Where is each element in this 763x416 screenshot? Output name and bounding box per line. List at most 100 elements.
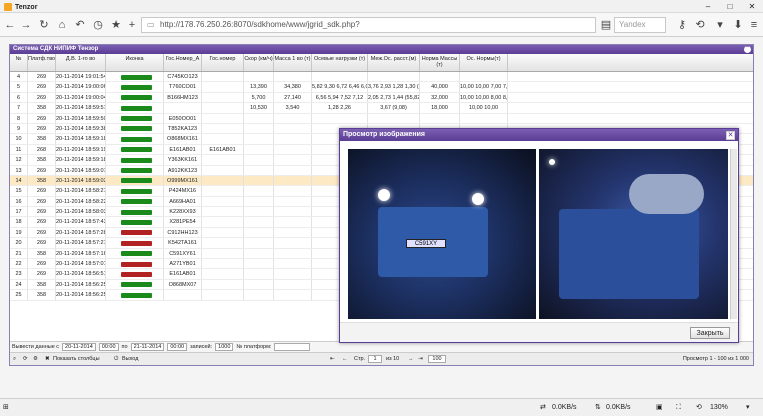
vehicle-icon	[106, 238, 164, 248]
dialog-scrollbar[interactable]	[730, 149, 737, 319]
search-placeholder: Yandex	[619, 20, 646, 29]
forward-icon[interactable]: →	[18, 17, 34, 33]
table-row[interactable]: 4 269 20-11-2014 19:01:54 C745KO123	[10, 72, 753, 83]
table-row[interactable]: 5 269 20-11-2014 19:00:06 T760CO01 13,390 34,…	[10, 82, 753, 93]
column-header[interactable]: Д.В. 1-го во	[56, 54, 106, 71]
column-header[interactable]: Осевые нагрузки (т)	[312, 54, 368, 71]
column-header[interactable]: Норма Массы (т)	[420, 54, 460, 71]
home-icon[interactable]: ⌂	[54, 17, 70, 33]
table-cell: 358	[28, 290, 56, 300]
bookmarks-menu-icon[interactable]: ▾	[712, 17, 728, 33]
vehicle-icon	[106, 144, 164, 155]
table-cell: C745KO123	[164, 72, 202, 82]
back-icon[interactable]: ←	[2, 17, 18, 33]
column-header[interactable]: №	[10, 54, 28, 71]
time-to-select[interactable]: 00:00	[167, 343, 188, 351]
close-window-icon[interactable]: ✕	[741, 0, 763, 13]
download-icon[interactable]: ⬇	[730, 17, 746, 33]
sidebar-toggle-icon[interactable]: ⊞	[3, 399, 9, 416]
table-row[interactable]: 7 358 20-11-2014 18:59:57 10,530 3,540 1,28 2…	[10, 103, 753, 114]
table-row[interactable]: 6 269 20-11-2014 19:00:04 B166HM123 5,700 27,…	[10, 92, 753, 104]
platform-input[interactable]	[274, 343, 311, 351]
first-page-icon[interactable]: ⇤	[330, 353, 335, 365]
table-cell: 2,05 2,73 1,44 (55,82)	[368, 92, 420, 103]
table-cell: O868MX07	[164, 279, 202, 290]
table-cell: 23	[10, 269, 28, 279]
panel-header: Система СДК НИПИФ Тензор ⌃	[10, 45, 753, 54]
page-input[interactable]: 1	[368, 355, 382, 363]
column-header[interactable]: Гос.Номер_А	[164, 54, 202, 71]
upload-speed-icon: ⇅	[595, 404, 601, 411]
browser-tab[interactable]: Tenzor	[4, 2, 37, 12]
menu-icon[interactable]: ≡	[746, 17, 762, 33]
truck-icon	[120, 116, 152, 122]
truck-icon	[120, 251, 152, 257]
table-cell	[202, 123, 244, 134]
fullscreen-icon[interactable]: ⛶	[676, 399, 681, 416]
table-cell	[244, 227, 274, 238]
show-columns-button[interactable]: Показать столбцы	[53, 353, 100, 365]
refresh-icon[interactable]: ⟳	[23, 353, 28, 365]
translate-icon[interactable]: ⟲	[692, 17, 708, 33]
table-row[interactable]: 8 269 20-11-2014 18:59:50 E050OO01	[10, 113, 753, 124]
search-icon[interactable]: ⌕	[13, 353, 16, 365]
table-cell	[274, 227, 312, 238]
table-cell: 12	[10, 155, 28, 165]
zoom-level[interactable]: 130%	[710, 399, 728, 416]
table-cell: 21	[10, 248, 28, 259]
reader-icon[interactable]: ▤	[598, 17, 614, 33]
table-cell	[274, 123, 312, 134]
table-cell	[274, 72, 312, 82]
columns-icon[interactable]: ✖	[45, 353, 50, 365]
undo-icon[interactable]: ↶	[72, 17, 88, 33]
minimize-icon[interactable]: –	[697, 0, 719, 13]
table-cell: 358	[28, 248, 56, 259]
table-cell	[244, 238, 274, 248]
rows-per-page-select[interactable]: 100	[428, 355, 446, 363]
table-cell	[274, 186, 312, 196]
exit-icon[interactable]: ⏻	[114, 353, 118, 365]
column-header[interactable]: Меж.Ос. расст.(м)	[368, 54, 420, 71]
zoom-menu-icon[interactable]: ▾	[746, 399, 750, 416]
column-header[interactable]: Платф.тво	[28, 54, 56, 71]
history-icon[interactable]: ◷	[90, 17, 106, 33]
column-header[interactable]: Иконка	[106, 54, 164, 71]
close-button[interactable]: Закрыть	[690, 327, 730, 339]
column-header[interactable]: Ос. Нормы(т)	[460, 54, 508, 71]
new-tab-icon[interactable]: +	[124, 17, 140, 33]
reset-zoom-icon[interactable]: ⟲	[696, 399, 702, 416]
table-cell: 20-11-2014 18:59:19	[56, 144, 106, 155]
table-cell: 10,00 10,00 8,00 8,00	[460, 92, 508, 103]
time-from-select[interactable]: 00:00	[98, 343, 119, 351]
column-header[interactable]: Скор (км/ч)	[244, 54, 274, 71]
image-toggle-icon[interactable]: ▣	[656, 399, 663, 416]
records-label: записей:	[190, 344, 213, 350]
date-from-input[interactable]: 20-11-2014	[62, 343, 96, 351]
dialog-close-icon[interactable]: ✕	[726, 131, 735, 140]
next-page-icon[interactable]: →	[408, 353, 414, 365]
column-header[interactable]: Масса 1 во (т)	[274, 54, 312, 71]
prev-page-icon[interactable]: ←	[342, 353, 348, 365]
table-cell: 4	[10, 72, 28, 82]
last-page-icon[interactable]: ⇥	[418, 353, 423, 365]
settings-icon[interactable]: ⚙	[33, 353, 38, 365]
table-cell: K542TA161	[164, 238, 202, 248]
truck-icon	[120, 261, 152, 267]
bookmark-star-icon[interactable]: ★	[108, 17, 124, 33]
exit-button[interactable]: Выход	[122, 353, 138, 365]
date-to-input[interactable]: 21-11-2014	[130, 343, 165, 351]
table-cell	[274, 196, 312, 207]
search-field[interactable]: Yandex	[614, 17, 666, 33]
table-cell: 20-11-2014 18:58:22	[56, 196, 106, 207]
reload-icon[interactable]: ↻	[36, 17, 52, 33]
maximize-icon[interactable]: □	[719, 0, 741, 13]
address-bar[interactable]: ▭ http://178.76.250.26:8070/sdkhome/www/…	[141, 17, 596, 33]
table-cell	[202, 113, 244, 123]
key-icon[interactable]: ⚷	[674, 17, 690, 33]
records-select[interactable]: 1000	[215, 343, 234, 351]
vehicle-icon	[106, 227, 164, 238]
table-cell: 20-11-2014 18:57:16	[56, 248, 106, 259]
table-cell: 7	[10, 103, 28, 113]
collapse-panel-icon[interactable]: ⌃	[744, 46, 751, 53]
column-header[interactable]: Гос.номер	[202, 54, 244, 71]
